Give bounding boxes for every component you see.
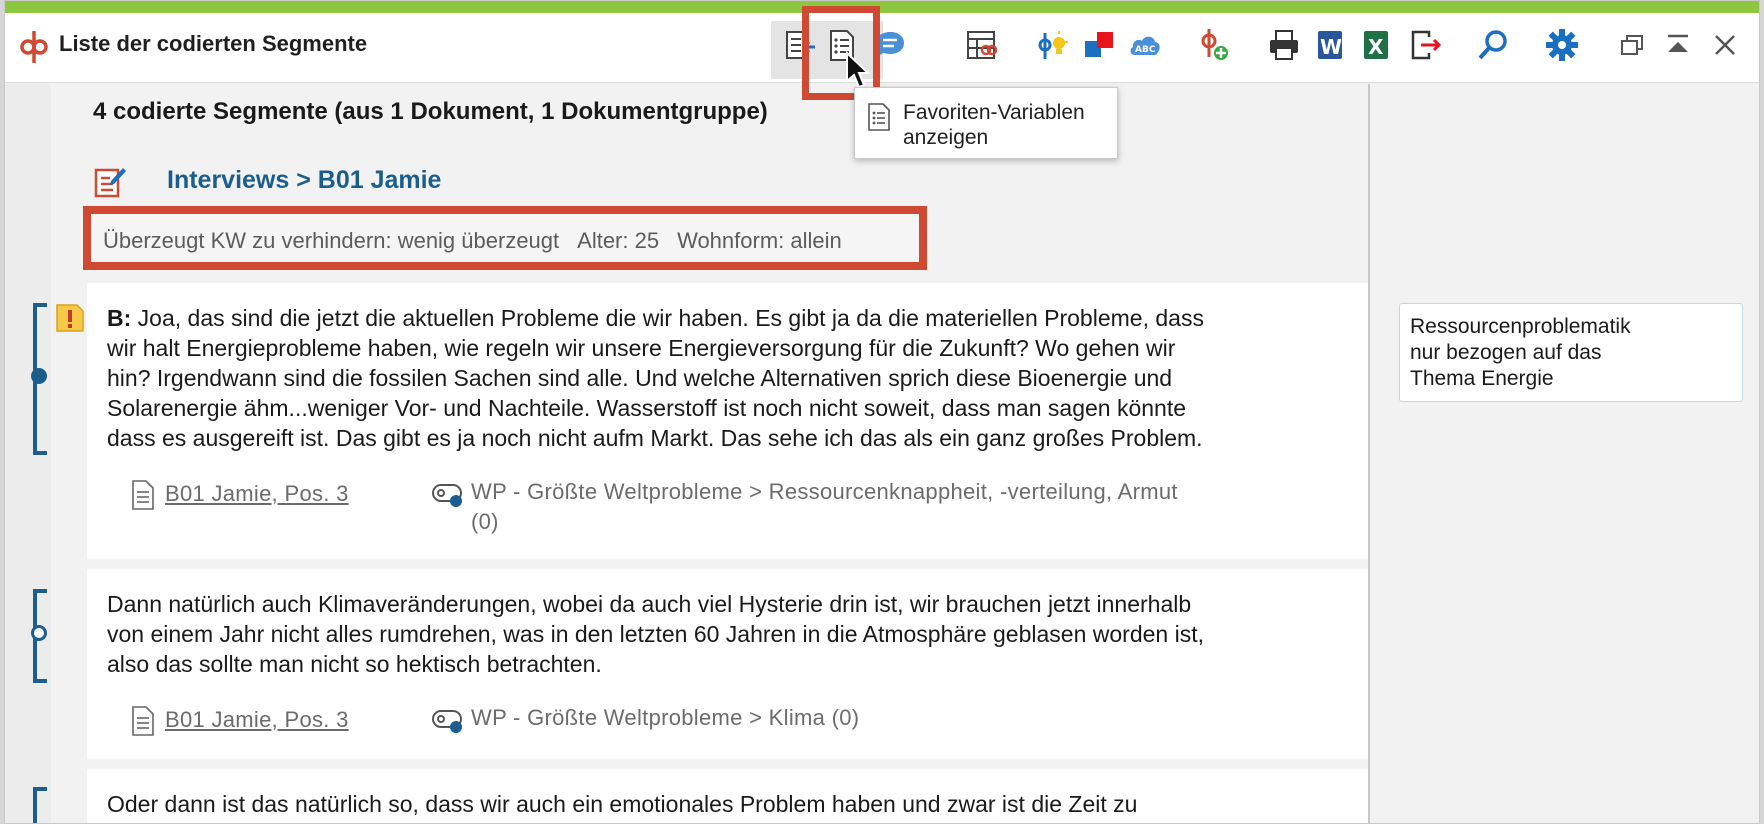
document-icon bbox=[132, 480, 154, 510]
coded-segment-1[interactable]: B: Joa, das sind die jetzt die aktuellen… bbox=[87, 283, 1368, 559]
color-squares-icon bbox=[1085, 32, 1113, 57]
variable-conviction: Überzeugt KW zu verhindern: wenig überze… bbox=[103, 228, 560, 253]
svg-text:X: X bbox=[1368, 35, 1384, 59]
new-code-button[interactable] bbox=[1191, 21, 1237, 69]
code-path: WP - Größte Weltprobleme > Ressourcenkna… bbox=[471, 479, 1178, 534]
restore-window-button[interactable] bbox=[1609, 21, 1655, 69]
favorite-variables-box: Überzeugt KW zu verhindern: wenig überze… bbox=[83, 206, 927, 270]
code-tag-icon bbox=[432, 484, 462, 507]
window-title: Liste der codierten Segmente bbox=[59, 31, 368, 56]
restore-window-icon bbox=[1621, 35, 1643, 55]
segment-line: Dann natürlich auch Klimaveränderungen, … bbox=[107, 591, 1192, 617]
segment-marker-empty[interactable] bbox=[31, 625, 47, 641]
segment-comment[interactable]: Ressourcenproblematik nur bezogen auf da… bbox=[1399, 303, 1743, 402]
coded-segment-2[interactable]: Dann natürlich auch Klimaveränderungen, … bbox=[87, 569, 1368, 759]
export-excel-button[interactable]: X bbox=[1353, 21, 1399, 69]
coded-segments-window: Liste der codierten Segmente ABC W X Fav… bbox=[4, 0, 1760, 824]
svg-text:ABC: ABC bbox=[1135, 45, 1156, 55]
code-bulb-icon bbox=[1038, 31, 1068, 59]
segment-line: B: Joa, das sind die jetzt die aktuellen… bbox=[107, 305, 1204, 331]
segment-meta: B01 Jamie, Pos. 3 WP - Größte Weltproble… bbox=[131, 705, 1331, 745]
code-path: WP - Größte Weltprobleme > Klima (0) bbox=[471, 705, 860, 730]
tooltip: Favoriten-Variablen anzeigen bbox=[854, 87, 1118, 159]
settings-button[interactable] bbox=[1539, 21, 1585, 69]
excel-icon: X bbox=[1364, 31, 1388, 59]
comment-text: Ressourcenproblematik nur bezogen auf da… bbox=[1410, 315, 1631, 390]
segment-line: also das sollte man nicht so hektisch be… bbox=[107, 651, 602, 677]
search-icon bbox=[1478, 30, 1507, 60]
export-word-button[interactable]: W bbox=[1307, 21, 1353, 69]
word-cloud-icon: ABC bbox=[1130, 36, 1160, 55]
word-icon: W bbox=[1318, 31, 1342, 59]
export-icon bbox=[1411, 30, 1442, 60]
close-button[interactable] bbox=[1702, 21, 1748, 69]
search-button[interactable] bbox=[1470, 21, 1516, 69]
segment-count-heading: 4 codierte Segmente (aus 1 Dokument, 1 D… bbox=[93, 98, 768, 125]
move-top-button[interactable] bbox=[1655, 21, 1701, 69]
segment-meta: B01 Jamie, Pos. 3 WP - Größte Weltproble… bbox=[131, 479, 1331, 549]
source-link[interactable]: B01 Jamie, Pos. 3 bbox=[165, 707, 349, 733]
segment-line: wir halt Energieprobleme haben, wie rege… bbox=[107, 335, 1176, 361]
title-bar: Liste der codierten Segmente ABC W X bbox=[5, 13, 1759, 83]
tooltip-text: Favoriten-Variablen anzeigen bbox=[903, 101, 1085, 149]
comment-pane bbox=[1370, 84, 1759, 823]
segment-line: Solarenergie ähm...weniger Vor- und Nach… bbox=[107, 395, 1187, 421]
segment-text: Oder dann ist das natürlich so, dass wir… bbox=[107, 789, 1357, 819]
segment-line: hin? Irgendwann sind die fossilen Sachen… bbox=[107, 365, 1173, 391]
segment-marker-filled[interactable] bbox=[31, 368, 47, 384]
segment-line: dass es ausgereift ist. Das gibt es ja n… bbox=[107, 425, 1203, 451]
word-cloud-button[interactable]: ABC bbox=[1122, 21, 1168, 69]
edit-document-icon[interactable] bbox=[93, 164, 127, 200]
segment-text: Dann natürlich auch Klimaveränderungen, … bbox=[107, 589, 1357, 679]
document-title[interactable]: Interviews > B01 Jamie bbox=[167, 166, 441, 195]
color-button[interactable] bbox=[1076, 21, 1122, 69]
segment-line: von einem Jahr nicht alles rumdrehen, wa… bbox=[107, 621, 1204, 647]
table-codes-icon bbox=[967, 31, 998, 59]
variables-text: Überzeugt KW zu verhindern: wenig überze… bbox=[103, 228, 842, 254]
close-icon bbox=[1715, 35, 1735, 55]
segment-line: Oder dann ist das natürlich so, dass wir… bbox=[107, 791, 1138, 817]
new-code-icon bbox=[1201, 29, 1228, 60]
gear-icon bbox=[1546, 29, 1578, 61]
speaker-label: B: bbox=[107, 305, 132, 331]
move-top-icon bbox=[1668, 34, 1688, 52]
accent-bar bbox=[5, 1, 1759, 13]
variable-living: Wohnform: allein bbox=[677, 228, 842, 253]
svg-text:W: W bbox=[1320, 35, 1342, 59]
print-icon bbox=[1270, 30, 1298, 60]
memo-warning-icon[interactable] bbox=[55, 303, 85, 333]
variable-age: Alter: 25 bbox=[577, 228, 660, 253]
source-link[interactable]: B01 Jamie, Pos. 3 bbox=[165, 481, 349, 507]
segment-bracket-3[interactable] bbox=[33, 787, 47, 823]
variables-list-icon bbox=[868, 103, 890, 131]
print-button[interactable] bbox=[1261, 21, 1307, 69]
mouse-cursor-icon bbox=[846, 51, 871, 89]
segment-text: B: Joa, das sind die jetzt die aktuellen… bbox=[107, 303, 1357, 453]
export-button[interactable] bbox=[1402, 21, 1448, 69]
app-logo-icon bbox=[20, 31, 48, 63]
code-tag-icon bbox=[432, 710, 462, 733]
document-icon bbox=[132, 706, 154, 736]
coded-segment-3[interactable]: Oder dann ist das natürlich so, dass wir… bbox=[87, 769, 1368, 823]
table-codes-button[interactable] bbox=[959, 21, 1005, 69]
code-idea-button[interactable] bbox=[1030, 21, 1076, 69]
